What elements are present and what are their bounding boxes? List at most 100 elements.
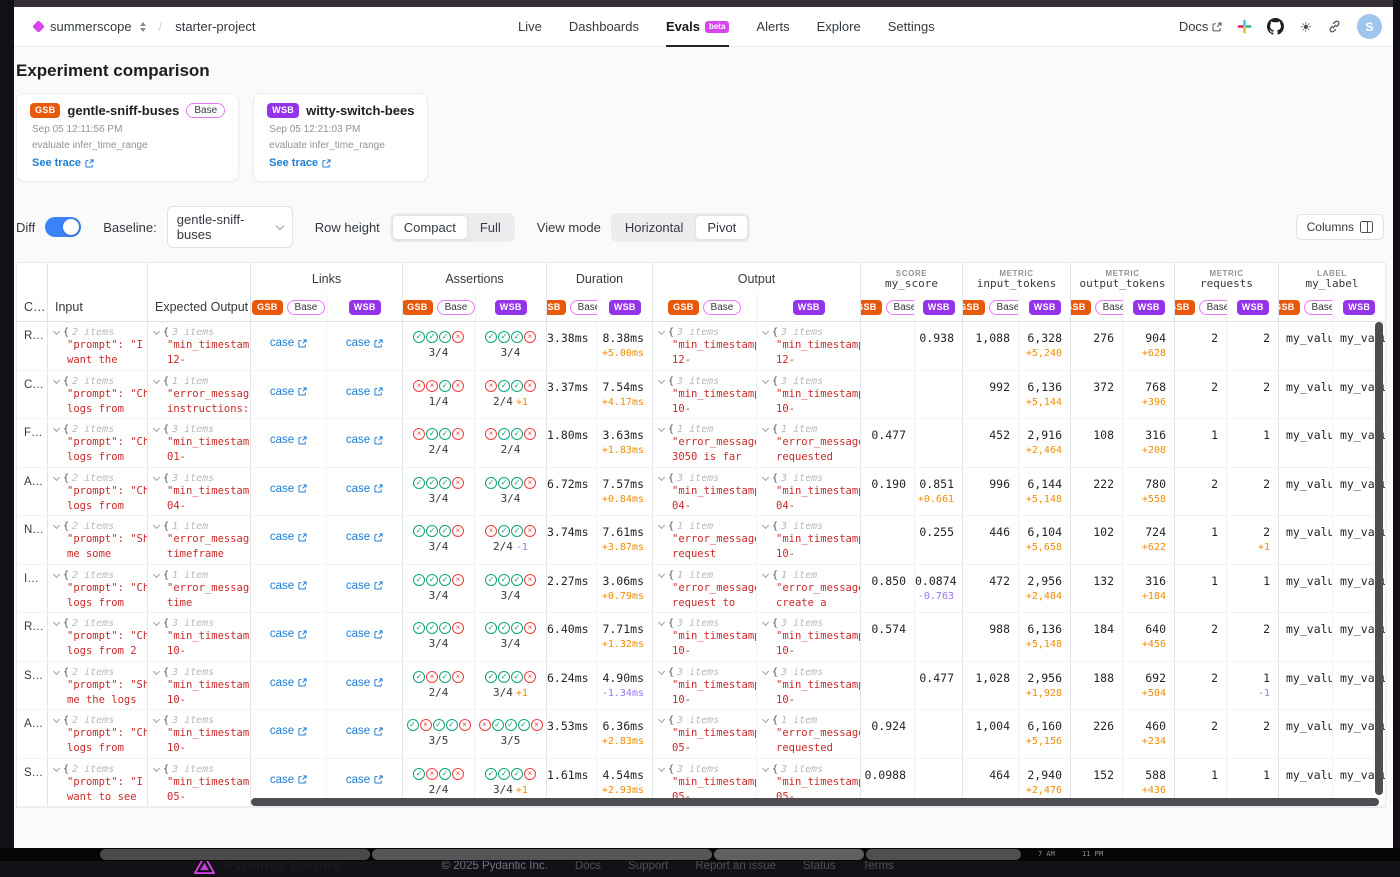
row-height-option-compact[interactable]: Compact [392, 215, 468, 240]
subcolumn-base[interactable]: GSBBase [963, 293, 1018, 321]
see-trace-link[interactable]: See trace [30, 157, 94, 169]
subcolumn-wsb[interactable]: WSB [757, 293, 861, 321]
collapse-chevron-icon[interactable] [658, 473, 665, 480]
collapse-chevron-icon[interactable] [762, 716, 769, 723]
table-row[interactable]: S…{2 items"prompt": "Shme the logs{3 ite… [17, 662, 1385, 711]
subcolumn-base[interactable]: GSBBase [251, 293, 327, 321]
subcolumn-base[interactable]: GSBBase [403, 293, 475, 321]
footer-link[interactable]: Report an issue [695, 860, 776, 872]
collapse-chevron-icon[interactable] [658, 764, 665, 771]
case-link[interactable]: case [270, 483, 307, 495]
org-name[interactable]: summerscope [50, 19, 132, 34]
group-label[interactable]: Output [653, 263, 860, 293]
case-link[interactable]: case [270, 580, 307, 592]
collapse-chevron-icon[interactable] [153, 764, 160, 771]
collapse-chevron-icon[interactable] [53, 716, 60, 723]
nav-item-dashboards[interactable]: Dashboards [569, 7, 639, 47]
column-header-case[interactable]: C… [17, 263, 47, 321]
collapse-chevron-icon[interactable] [762, 328, 769, 335]
collapse-chevron-icon[interactable] [658, 376, 665, 383]
docs-link[interactable]: Docs [1179, 19, 1223, 34]
group-label[interactable]: Assertions [403, 263, 546, 293]
group-label[interactable]: METRICrequests [1175, 263, 1278, 293]
footer-link[interactable]: Terms [862, 860, 893, 872]
collapse-chevron-icon[interactable] [658, 328, 665, 335]
collapse-chevron-icon[interactable] [153, 619, 160, 626]
collapse-chevron-icon[interactable] [658, 425, 665, 432]
collapse-chevron-icon[interactable] [153, 473, 160, 480]
collapse-chevron-icon[interactable] [53, 376, 60, 383]
nav-item-evals[interactable]: Evalsbeta [666, 7, 729, 47]
case-link[interactable]: case [346, 677, 383, 689]
collapse-chevron-icon[interactable] [658, 716, 665, 723]
columns-button[interactable]: Columns [1296, 214, 1384, 240]
case-link[interactable]: case [270, 725, 307, 737]
theme-toggle-icon[interactable]: ☀ [1299, 20, 1312, 34]
collapse-chevron-icon[interactable] [53, 667, 60, 674]
footer-link[interactable]: Docs [575, 860, 601, 872]
collapse-chevron-icon[interactable] [53, 619, 60, 626]
case-link[interactable]: case [270, 434, 307, 446]
case-link[interactable]: case [346, 434, 383, 446]
collapse-chevron-icon[interactable] [53, 522, 60, 529]
table-row[interactable]: A…{2 items"prompt": "Chlogs from{3 items… [17, 468, 1385, 517]
collapse-chevron-icon[interactable] [153, 376, 160, 383]
subcolumn-wsb[interactable]: WSB [1227, 293, 1279, 321]
collapse-chevron-icon[interactable] [153, 328, 160, 335]
case-link[interactable]: case [346, 337, 383, 349]
table-row[interactable]: R…{2 items"prompt": "Iwant the{3 items"m… [17, 322, 1385, 371]
collapse-chevron-icon[interactable] [153, 570, 160, 577]
collapse-chevron-icon[interactable] [762, 619, 769, 626]
share-link-icon[interactable] [1327, 19, 1342, 34]
case-link[interactable]: case [346, 628, 383, 640]
collapse-chevron-icon[interactable] [53, 473, 60, 480]
group-label[interactable]: Links [251, 263, 402, 293]
github-icon[interactable] [1267, 18, 1284, 35]
collapse-chevron-icon[interactable] [53, 328, 60, 335]
taskbar-window[interactable] [714, 849, 864, 860]
collapse-chevron-icon[interactable] [762, 764, 769, 771]
avatar[interactable]: S [1357, 14, 1382, 39]
footer-link[interactable]: Status [803, 860, 836, 872]
group-label[interactable]: Duration [547, 263, 652, 293]
group-label[interactable]: LABELmy_label [1279, 263, 1385, 293]
collapse-chevron-icon[interactable] [762, 376, 769, 383]
view-mode-option-horizontal[interactable]: Horizontal [613, 215, 696, 240]
subcolumn-wsb[interactable]: WSB [1018, 293, 1070, 321]
case-link[interactable]: case [346, 386, 383, 398]
case-link[interactable]: case [270, 774, 307, 786]
subcolumn-base[interactable]: GSBBase [547, 293, 597, 321]
subcolumn-wsb[interactable]: WSB [1332, 293, 1385, 321]
table-row[interactable]: A…{2 items"prompt": "Chlogs from{3 items… [17, 710, 1385, 759]
table-row[interactable]: N…{2 items"prompt": "Shme some{1 item"er… [17, 516, 1385, 565]
subcolumn-base[interactable]: GSBBase [653, 293, 757, 321]
taskbar-window[interactable] [100, 849, 370, 860]
collapse-chevron-icon[interactable] [53, 570, 60, 577]
case-link[interactable]: case [270, 677, 307, 689]
subcolumn-wsb[interactable]: WSB [914, 293, 962, 321]
group-label[interactable]: METRICoutput_tokens [1071, 263, 1174, 293]
collapse-chevron-icon[interactable] [153, 522, 160, 529]
case-link[interactable]: case [346, 531, 383, 543]
project-name[interactable]: starter-project [175, 19, 255, 34]
case-link[interactable]: case [346, 580, 383, 592]
collapse-chevron-icon[interactable] [658, 619, 665, 626]
collapse-chevron-icon[interactable] [658, 570, 665, 577]
case-link[interactable]: case [346, 483, 383, 495]
view-mode-option-pivot[interactable]: Pivot [695, 215, 748, 240]
org-switcher-icon[interactable] [140, 22, 146, 32]
diff-toggle[interactable] [45, 217, 81, 237]
collapse-chevron-icon[interactable] [658, 667, 665, 674]
collapse-chevron-icon[interactable] [762, 473, 769, 480]
horizontal-scrollbar[interactable] [251, 798, 1379, 806]
row-height-option-full[interactable]: Full [468, 215, 513, 240]
subcolumn-base[interactable]: GSBBase [1071, 293, 1123, 321]
vertical-scrollbar[interactable] [1375, 322, 1383, 795]
table-row[interactable]: F…{2 items"prompt": "Chlogs from{3 items… [17, 419, 1385, 468]
column-header-expected[interactable]: Expected Output [147, 263, 250, 321]
collapse-chevron-icon[interactable] [153, 667, 160, 674]
subcolumn-wsb[interactable]: WSB [1123, 293, 1175, 321]
subcolumn-wsb[interactable]: WSB [327, 293, 403, 321]
table-row[interactable]: C…{2 items"prompt": "Chlogs from{1 item"… [17, 371, 1385, 420]
group-label[interactable]: METRICinput_tokens [963, 263, 1070, 293]
